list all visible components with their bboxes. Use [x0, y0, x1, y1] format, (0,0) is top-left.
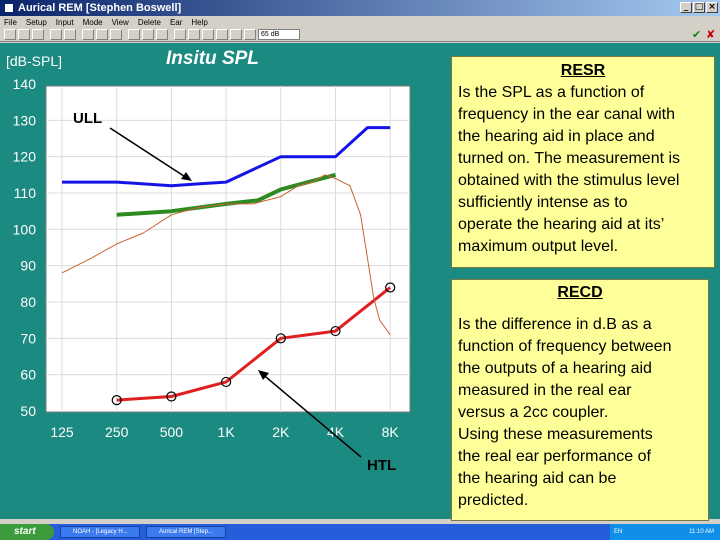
- y-tick-label: 50: [20, 403, 36, 419]
- tray-language[interactable]: EN: [614, 524, 622, 540]
- start-button[interactable]: start: [0, 524, 54, 540]
- y-tick-label: 80: [20, 294, 36, 310]
- y-tick-label: 130: [13, 112, 37, 128]
- x-tick-label: 500: [160, 424, 184, 440]
- recd-line: versus a 2cc coupler.: [458, 404, 609, 421]
- resr-line: operate the hearing aid at its’: [458, 216, 665, 233]
- resr-line: maximum output level.: [458, 238, 619, 255]
- ull-annotation: ULL: [73, 110, 102, 127]
- recd-line: predicted.: [458, 492, 529, 509]
- resr-body: Is the SPL as a function of frequency in…: [452, 81, 714, 258]
- resr-line: turned on. The measurement is: [458, 150, 681, 167]
- htl-annotation: HTL: [367, 457, 396, 474]
- recd-line: Using these measurements: [458, 426, 653, 443]
- recd-line: the hearing aid can be: [458, 470, 617, 487]
- taskbar: start NOAH - [Legacy H... Aurical REM [S…: [0, 524, 720, 540]
- resr-title: RESR: [560, 62, 606, 79]
- resr-line: the hearing aid in place and: [458, 128, 655, 145]
- y-tick-label: 140: [13, 76, 37, 92]
- system-tray: EN 11:10 AM: [610, 524, 720, 540]
- task-button-aurical[interactable]: Aurical REM [Step...: [146, 526, 226, 538]
- x-tick-label: 2K: [272, 424, 290, 440]
- resr-note: RESR Is the SPL as a function of frequen…: [451, 56, 715, 268]
- plot-area: [45, 85, 411, 413]
- x-tick-label: 4K: [327, 424, 345, 440]
- recd-note: RECD Is the difference in d.B as a funct…: [451, 279, 709, 521]
- resr-line: sufficiently intense as to: [458, 194, 628, 211]
- tray-clock: 11:10 AM: [689, 529, 714, 535]
- x-tick-label: 8K: [382, 424, 400, 440]
- recd-body: Is the difference in d.B as a function o…: [452, 304, 708, 512]
- recd-line: Is the difference in d.B as a: [458, 316, 652, 333]
- recd-line: measured in the real ear: [458, 382, 632, 399]
- resr-line: obtained with the stimulus level: [458, 172, 680, 189]
- recd-title: RECD: [557, 284, 603, 301]
- resr-line: frequency in the ear canal with: [458, 106, 676, 123]
- x-tick-label: 250: [105, 424, 129, 440]
- y-axis-ticks: 140 130 120 110 100 90 80 70 60 50: [13, 76, 37, 419]
- y-tick-label: 90: [20, 258, 36, 274]
- task-button-noah[interactable]: NOAH - [Legacy H...: [60, 526, 140, 538]
- recd-line: function of frequency between: [458, 338, 672, 355]
- y-tick-label: 60: [20, 367, 36, 383]
- y-tick-label: 70: [20, 330, 36, 346]
- graph-title: Insitu SPL: [166, 48, 259, 69]
- x-axis-ticks: 125 250 500 1K 2K 4K 8K: [50, 424, 399, 440]
- y-tick-label: 120: [13, 149, 37, 165]
- x-tick-label: 125: [50, 424, 74, 440]
- resr-line: Is the SPL as a function of: [458, 84, 645, 101]
- recd-line: the real ear performance of: [458, 448, 651, 465]
- y-tick-label: 100: [13, 221, 37, 237]
- y-tick-label: 110: [14, 185, 37, 201]
- recd-line: the outputs of a hearing aid: [458, 360, 652, 377]
- x-tick-label: 1K: [218, 424, 236, 440]
- graph-unit-label: [dB-SPL]: [6, 53, 62, 69]
